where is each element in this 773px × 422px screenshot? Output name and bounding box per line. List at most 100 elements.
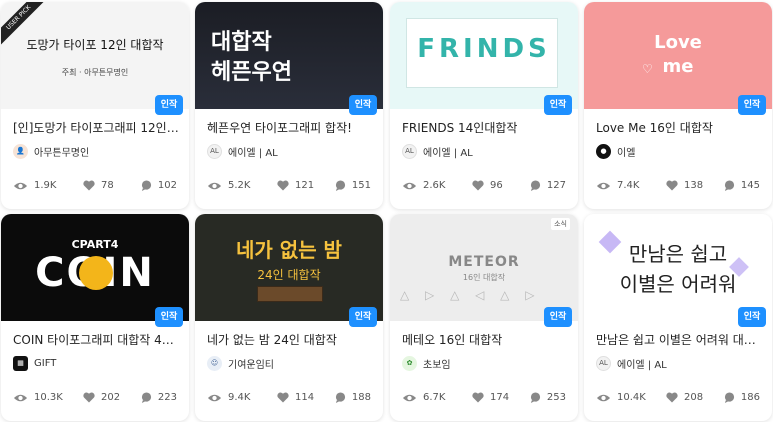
like-count: 174 [490, 392, 510, 403]
card-title[interactable]: 네가 없는 밤 24인 대합작 [207, 331, 375, 348]
author-info[interactable]: AL 에이엘 | AL [596, 354, 667, 372]
view-count: 10.3K [34, 392, 63, 403]
card-title[interactable]: 메테오 16인 대합작 [402, 331, 570, 348]
view-count: 5.2K [228, 180, 251, 191]
avatar: ✿ [402, 355, 417, 371]
author-info[interactable]: ▦ GIFT [13, 354, 56, 372]
author-info[interactable]: 👤 아무튼무명인 [13, 142, 89, 160]
author-name: 초보임 [423, 359, 451, 371]
like-count: 96 [490, 180, 503, 191]
avatar: 👤 [13, 143, 28, 159]
card-thumbnail[interactable]: Love me ♡ [584, 2, 772, 109]
thumb-title-text-2: 헤픈우연 [211, 60, 292, 85]
artwork-card[interactable]: Love me ♡ 인작 Love Me 16인 대합작 ● 이엘 7.4K 1… [584, 2, 772, 209]
heart-icon [83, 180, 95, 191]
artwork-card[interactable]: USER PICK 도망가 타이포 12인 대합작 주최 · 아무튼무명인 인작… [1, 2, 189, 209]
thumb-title-text: 네가 없는 밤 [236, 238, 342, 262]
like-count: 78 [101, 180, 114, 191]
card-thumbnail[interactable]: USER PICK 도망가 타이포 12인 대합작 주최 · 아무튼무명인 [1, 2, 189, 109]
status-badge: 인작 [349, 307, 377, 327]
card-thumbnail[interactable]: 대합작 헤픈우연 [195, 2, 383, 109]
view-count: 1.9K [34, 180, 57, 191]
thumb-title-text: Love [654, 32, 702, 53]
card-stats: 10.3K 202 223 [13, 392, 177, 406]
status-badge: 인작 [544, 307, 572, 327]
like-count: 138 [684, 180, 704, 191]
comment-count: 253 [546, 392, 566, 403]
avatar: AL [207, 143, 222, 159]
artwork-card[interactable]: 네가 없는 밤 24인 대합작 인작 네가 없는 밤 24인 대합작 ☺ 기여운… [195, 214, 383, 421]
status-badge: 인작 [155, 95, 183, 115]
comment-icon [530, 180, 540, 191]
thumb-title-text: 대합작 [211, 30, 272, 55]
card-stats: 6.7K 174 253 [402, 392, 566, 406]
comment-count: 145 [740, 180, 760, 191]
avatar: ● [596, 143, 611, 159]
eye-icon [596, 394, 611, 401]
author-name: 기여운임티 [228, 359, 274, 371]
card-title[interactable]: 만남은 쉽고 이별은 어려워 대합작 [596, 331, 764, 348]
artwork-card[interactable]: CPART4 COIN 인작 COIN 타이포그래피 대합작 4파트 ▦ GIF… [1, 214, 189, 421]
author-info[interactable]: AL 에이엘 | AL [207, 142, 278, 160]
card-thumbnail[interactable]: 만남은 쉽고 이별은 어려워 [584, 214, 772, 321]
eye-icon [13, 182, 28, 189]
comment-icon [530, 392, 540, 403]
notice-tag: 소식 [551, 218, 570, 230]
like-count: 114 [295, 392, 315, 403]
author-name: 에이엘 | AL [617, 359, 667, 371]
status-badge: 인작 [738, 307, 766, 327]
author-info[interactable]: AL 에이엘 | AL [402, 142, 473, 160]
comment-icon [141, 180, 151, 191]
artwork-card[interactable]: 소식 METEOR 16인 대합작 △ ▷ △ ◁ △ ▷ 인작 메테오 16인… [390, 214, 578, 421]
heart-icon [472, 180, 484, 191]
like-count: 121 [295, 180, 315, 191]
card-title[interactable]: Love Me 16인 대합작 [596, 119, 764, 136]
view-count: 6.7K [423, 392, 446, 403]
comment-count: 223 [157, 392, 177, 403]
coin-graphic [79, 256, 113, 290]
card-thumbnail[interactable]: 소식 METEOR 16인 대합작 △ ▷ △ ◁ △ ▷ [390, 214, 578, 321]
card-title[interactable]: [인]도망가 타이포그래피 12인 … [13, 119, 181, 136]
thumb-subtitle-text: 주최 · 아무튼무명인 [61, 68, 129, 77]
card-stats: 10.4K 208 186 [596, 392, 760, 406]
comment-icon [724, 392, 734, 403]
card-thumbnail[interactable]: 네가 없는 밤 24인 대합작 [195, 214, 383, 321]
eye-icon [207, 182, 222, 189]
card-thumbnail[interactable]: FRINDS [390, 2, 578, 109]
thumb-title-text: FRINDS [417, 34, 551, 64]
card-title[interactable]: COIN 타이포그래피 대합작 4파트 [13, 331, 181, 348]
eye-icon [13, 394, 28, 401]
card-title[interactable]: 헤픈우연 타이포그래피 합작! [207, 119, 375, 136]
card-stats: 2.6K 96 127 [402, 180, 566, 194]
artwork-grid: USER PICK 도망가 타이포 12인 대합작 주최 · 아무튼무명인 인작… [0, 0, 773, 422]
view-count: 7.4K [617, 180, 640, 191]
author-info[interactable]: ✿ 초보임 [402, 354, 451, 372]
card-thumbnail[interactable]: CPART4 COIN [1, 214, 189, 321]
artwork-card[interactable]: 대합작 헤픈우연 인작 헤픈우연 타이포그래피 합작! AL 에이엘 | AL … [195, 2, 383, 209]
eye-icon [402, 394, 417, 401]
status-badge: 인작 [349, 95, 377, 115]
card-title[interactable]: FRIENDS 14인대합작 [402, 119, 570, 136]
heart-icon [277, 180, 289, 191]
author-info[interactable]: ● 이엘 [596, 142, 635, 160]
triangle-pattern: △ ▷ △ ◁ △ ▷ [400, 288, 541, 302]
eye-icon [207, 394, 222, 401]
heart-icon [83, 392, 95, 403]
eye-icon [402, 182, 417, 189]
author-name: 에이엘 | AL [228, 147, 278, 159]
thumb-title-text: 만남은 쉽고 [628, 242, 728, 266]
heart-icon [666, 180, 678, 191]
heart-icon [666, 392, 678, 403]
comment-count: 127 [546, 180, 566, 191]
card-stats: 5.2K 121 151 [207, 180, 371, 194]
card-stats: 9.4K 114 188 [207, 392, 371, 406]
author-name: GIFT [34, 357, 57, 369]
comment-count: 151 [351, 180, 371, 191]
author-name: 에이엘 | AL [423, 147, 473, 159]
artwork-card[interactable]: FRINDS 인작 FRIENDS 14인대합작 AL 에이엘 | AL 2.6… [390, 2, 578, 209]
comment-count: 102 [157, 180, 177, 191]
heart-icon: ♡ [642, 62, 653, 76]
artwork-card[interactable]: 만남은 쉽고 이별은 어려워 인작 만남은 쉽고 이별은 어려워 대합작 AL … [584, 214, 772, 421]
author-info[interactable]: ☺ 기여운임티 [207, 354, 274, 372]
gift-icon: ▦ [13, 355, 28, 371]
